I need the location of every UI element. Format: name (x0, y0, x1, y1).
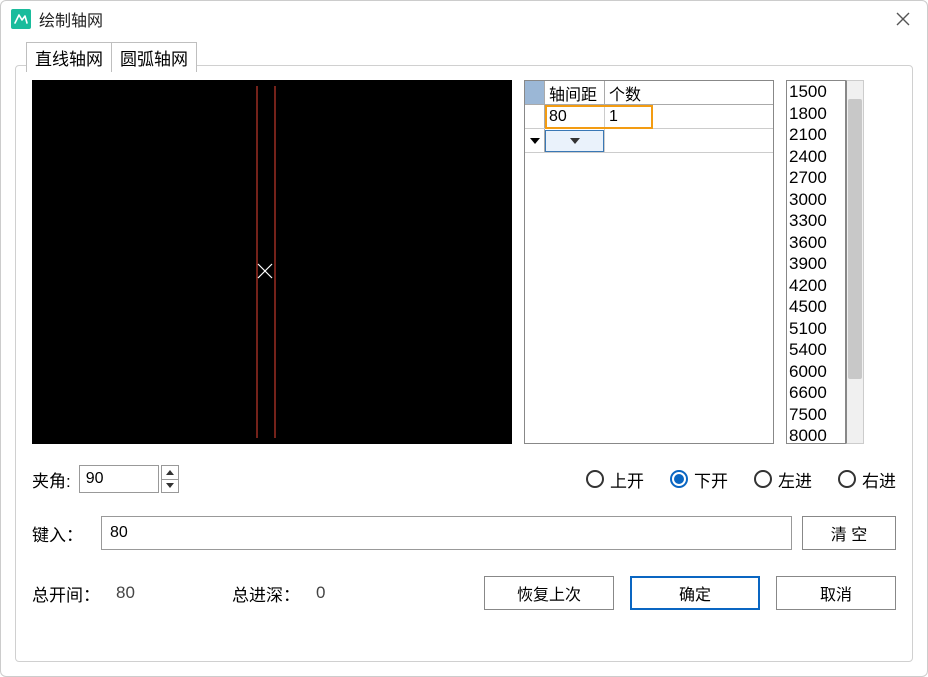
radio-circle-icon (586, 470, 604, 488)
preset-column: 1500180021002400270030003300360039004200… (786, 80, 866, 444)
angle-label: 夹角: (32, 467, 71, 492)
preset-item[interactable]: 5400 (787, 339, 845, 361)
scrollbar-thumb[interactable] (848, 99, 862, 379)
radio-circle-icon (670, 470, 688, 488)
direction-radio-group: 上开 下开 左进 右进 (586, 467, 896, 492)
cancel-button[interactable]: 取消 (776, 576, 896, 610)
preset-list[interactable]: 1500180021002400270030003300360039004200… (786, 80, 846, 444)
preset-item[interactable]: 1500 (787, 81, 845, 103)
preset-item[interactable]: 5100 (787, 318, 845, 340)
radio-left[interactable]: 左进 (754, 467, 812, 492)
col-header-count[interactable]: 个数 (605, 81, 773, 104)
grid-header: 轴间距 个数 (525, 81, 773, 105)
ok-button[interactable]: 确定 (630, 576, 760, 610)
preset-item[interactable]: 8000 (787, 425, 845, 444)
entry-label: 键入： (32, 521, 83, 546)
preset-item[interactable]: 1800 (787, 103, 845, 125)
close-button[interactable] (889, 5, 917, 33)
preset-item[interactable]: 7500 (787, 404, 845, 426)
tab-content: 轴间距 个数 80 1 (16, 66, 912, 661)
total-width-value: 80 (116, 583, 176, 603)
content-panel: 直线轴网 圆弧轴网 (15, 65, 913, 662)
total-width-label: 总开间： (32, 581, 100, 606)
close-icon (896, 12, 910, 26)
radio-right[interactable]: 右进 (838, 467, 896, 492)
radio-circle-icon (838, 470, 856, 488)
cell-count[interactable]: 1 (605, 105, 773, 128)
radio-down[interactable]: 下开 (670, 467, 728, 492)
preset-item[interactable]: 3300 (787, 210, 845, 232)
angle-row: 夹角: 上开 下开 左进 右进 (32, 462, 896, 496)
total-depth-value: 0 (316, 583, 376, 603)
span-dropdown-button[interactable] (545, 130, 604, 152)
preset-item[interactable]: 3900 (787, 253, 845, 275)
titlebar: 绘制轴网 (1, 1, 927, 37)
preset-item[interactable]: 6000 (787, 361, 845, 383)
preset-item[interactable]: 6600 (787, 382, 845, 404)
angle-spin-up[interactable] (162, 466, 178, 480)
preset-item[interactable]: 3000 (787, 189, 845, 211)
col-header-span[interactable]: 轴间距 (545, 81, 605, 104)
grid-preview (32, 80, 512, 444)
entry-input[interactable] (101, 516, 792, 550)
window-title: 绘制轴网 (39, 7, 103, 31)
row-header[interactable] (525, 105, 545, 128)
preset-item[interactable]: 4500 (787, 296, 845, 318)
entry-row: 键入： 清 空 (32, 516, 896, 550)
dialog-window: 绘制轴网 直线轴网 圆弧轴网 (0, 0, 928, 677)
tab-linear-grid[interactable]: 直线轴网 (26, 42, 112, 72)
cell-span-new[interactable] (545, 129, 605, 152)
radio-up[interactable]: 上开 (586, 467, 644, 492)
preset-item[interactable]: 2700 (787, 167, 845, 189)
preset-item[interactable]: 2400 (787, 146, 845, 168)
total-depth-label: 总进深： (232, 581, 300, 606)
grid-add-row[interactable] (525, 129, 773, 153)
preset-scrollbar[interactable] (846, 80, 864, 444)
cell-span[interactable]: 80 (545, 105, 605, 128)
axis-grid-table[interactable]: 轴间距 个数 80 1 (524, 80, 774, 444)
radio-label: 左进 (778, 467, 812, 492)
angle-input[interactable] (79, 465, 159, 493)
app-icon (11, 9, 31, 29)
radio-label: 右进 (862, 467, 896, 492)
angle-spin-down[interactable] (162, 480, 178, 493)
radio-label: 上开 (610, 467, 644, 492)
top-row: 轴间距 个数 80 1 (32, 80, 896, 444)
preview-canvas (32, 80, 512, 444)
preset-item[interactable]: 4200 (787, 275, 845, 297)
radio-circle-icon (754, 470, 772, 488)
grid-corner[interactable] (525, 81, 545, 104)
preset-item[interactable]: 3600 (787, 232, 845, 254)
add-row-marker-icon (525, 129, 545, 152)
angle-spinner[interactable] (161, 465, 179, 493)
preset-item[interactable]: 2100 (787, 124, 845, 146)
bottom-row: 总开间： 80 总进深： 0 恢复上次 确定 取消 (32, 576, 896, 610)
clear-button[interactable]: 清 空 (802, 516, 896, 550)
grid-row[interactable]: 80 1 (525, 105, 773, 129)
cell-count-new[interactable] (605, 129, 773, 152)
radio-label: 下开 (694, 467, 728, 492)
restore-button[interactable]: 恢复上次 (484, 576, 614, 610)
